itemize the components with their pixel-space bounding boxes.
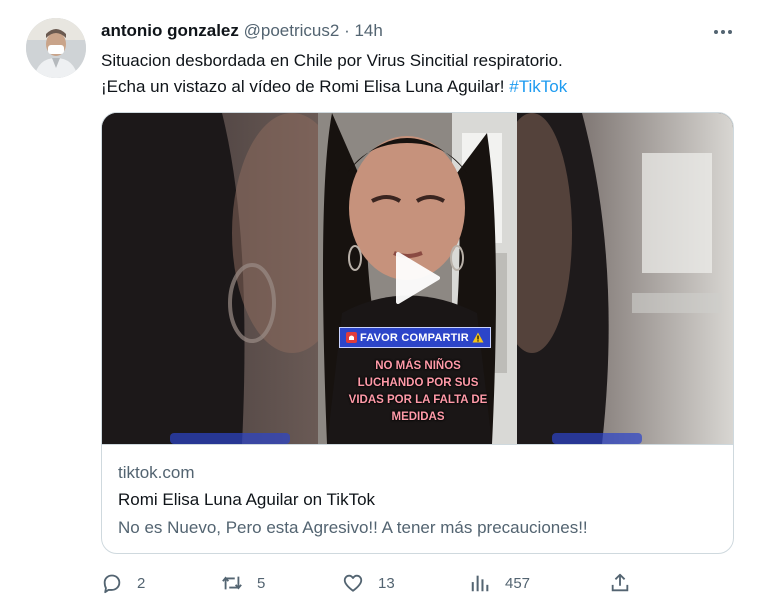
author-avatar[interactable]: [26, 18, 86, 78]
tweet-text: Situacion desbordada en Chile por Virus …: [101, 48, 731, 100]
retweet-icon: [222, 576, 242, 590]
tweet-text-line-2-body: ¡Echa un vistazo al vídeo de Romi Elisa …: [101, 77, 505, 96]
tweet-time[interactable]: 14h: [354, 21, 382, 40]
retweet-button[interactable]: 5: [221, 570, 265, 596]
video-thumbnail[interactable]: FAVOR COMPARTIR NO MÁS NIÑOS LUCHANDO PO…: [102, 113, 733, 444]
hashtag-link[interactable]: #TikTok: [509, 77, 567, 96]
avatar-image: [26, 18, 86, 78]
reply-icon: [103, 574, 121, 594]
views-icon: [471, 575, 489, 592]
views-button[interactable]: 457: [469, 570, 530, 596]
share-icon: [611, 573, 629, 592]
reply-button[interactable]: 2: [101, 570, 145, 596]
overlay-caption-line-3: VIDAS POR LA FALTA DE: [348, 394, 488, 406]
siren-icon: [346, 332, 357, 343]
tweet-actions: 2 5 13 457: [101, 570, 741, 596]
tweet-text-line-2: ¡Echa un vistazo al vídeo de Romi Elisa …: [101, 74, 731, 100]
overlay-caption: NO MÁS NIÑOS LUCHANDO POR SUS VIDAS POR …: [323, 358, 513, 426]
tweet-text-line-1: Situacion desbordada en Chile por Virus …: [101, 51, 563, 70]
author-name[interactable]: antonio gonzalez: [101, 21, 239, 40]
more-icon: [714, 30, 732, 34]
tweet-header: antonio gonzalez @poetricus2 · 14h: [101, 21, 383, 41]
like-count: 13: [378, 574, 395, 592]
card-description: No es Nuevo, Pero esta Agresivo!! A tene…: [118, 518, 588, 537]
share-button[interactable]: [609, 570, 631, 596]
play-button[interactable]: [390, 250, 444, 306]
header-separator: ·: [344, 21, 350, 40]
warning-icon: [472, 332, 484, 343]
reply-count: 2: [137, 574, 146, 592]
overlay-badge-text: FAVOR COMPARTIR: [360, 331, 469, 344]
author-handle[interactable]: @poetricus2: [244, 21, 340, 40]
retweet-count: 5: [257, 574, 266, 592]
link-card[interactable]: FAVOR COMPARTIR NO MÁS NIÑOS LUCHANDO PO…: [101, 112, 734, 554]
play-icon: [396, 252, 440, 304]
like-button[interactable]: 13: [342, 570, 395, 596]
overlay-badge: FAVOR COMPARTIR: [339, 327, 491, 348]
like-icon: [343, 574, 363, 592]
overlay-caption-line-4: MEDIDAS: [391, 411, 445, 423]
views-count: 457: [505, 574, 531, 592]
overlay-caption-line-2: LUCHANDO POR SUS: [357, 377, 479, 389]
more-options-button[interactable]: [712, 22, 734, 42]
card-domain: tiktok.com: [118, 463, 195, 482]
overlay-caption-line-1: NO MÁS NIÑOS: [375, 360, 461, 372]
card-title: Romi Elisa Luna Aguilar on TikTok: [118, 490, 376, 509]
card-meta: tiktok.com Romi Elisa Luna Aguilar on Ti…: [102, 444, 733, 553]
